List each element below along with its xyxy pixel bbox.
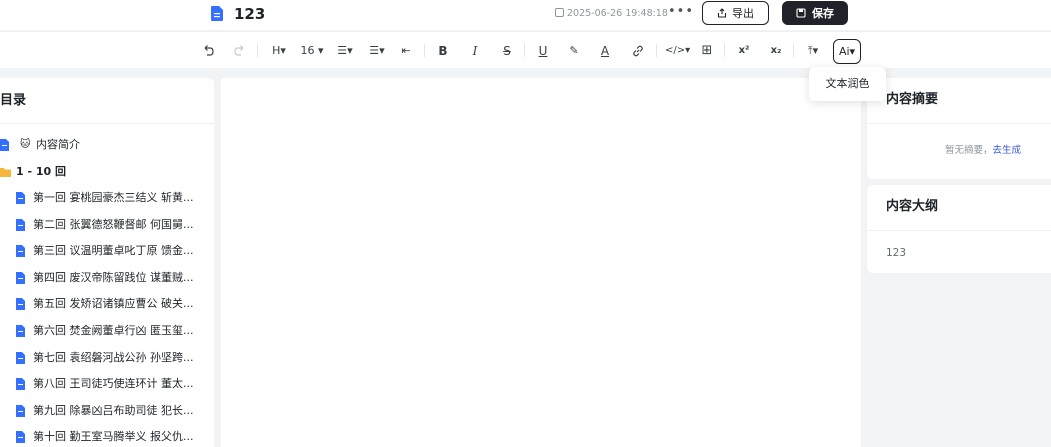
redo-icon[interactable] <box>233 44 246 57</box>
document-icon <box>16 404 25 417</box>
summary-empty-text: 暂无摘要， <box>945 145 993 156</box>
document-icon <box>16 351 25 364</box>
table-button[interactable]: ⊞ <box>699 42 715 60</box>
generate-summary-link[interactable]: 去生成 <box>993 145 1022 156</box>
toc-chapter-item[interactable]: 第二回 张翼德怒鞭督邮 何国舅... <box>0 215 214 235</box>
table-of-contents-panel: 目录 🐱 内容简介 1 - 10 回 第一回 宴桃园豪杰三结义 斩黄... 第二回… <box>0 78 214 447</box>
toc-item-intro[interactable]: 🐱 内容简介 <box>0 135 214 155</box>
export-label: 导出 <box>732 7 754 20</box>
indent-button[interactable]: ⇤ <box>398 42 414 60</box>
toolbar-divider <box>524 44 525 57</box>
document-icon <box>16 378 25 391</box>
toc-chapter-label: 第一回 宴桃园豪杰三结义 斩黄... <box>33 191 194 204</box>
bullet-list-dropdown[interactable]: ☰▾ <box>334 42 356 60</box>
link-icon[interactable] <box>631 44 645 58</box>
toolbar-divider <box>424 44 425 57</box>
save-status-icon <box>555 8 564 17</box>
save-time-text: 2025-06-26 19:48:18 <box>567 8 668 19</box>
toc-chapter-item[interactable]: 第十回 勤王室马腾举义 报父仇... <box>0 427 214 447</box>
document-icon <box>211 6 223 21</box>
top-bar: 123 2025-06-26 19:48:18 ••• 导出 保存 <box>0 0 1051 30</box>
editor-toolbar: H▾ 16 ▾ ☰▾ ☰▾ ⇤ B I S U ✎ A </>▾ ⊞ x² x₂… <box>0 31 1051 68</box>
document-icon <box>16 298 25 311</box>
toc-chapter-label: 第四回 废汉帝陈留践位 谋董贼... <box>33 270 194 284</box>
toc-chapter-label: 第三回 议温明董卓叱丁原 馈金... <box>33 244 194 258</box>
ai-assistant-button[interactable]: Ai▾ <box>833 39 861 64</box>
save-label: 保存 <box>812 7 834 20</box>
toc-chapter-item[interactable]: 第八回 王司徒巧使连环计 董太... <box>0 374 214 394</box>
heading-dropdown[interactable]: H▾ <box>269 42 289 60</box>
toc-chapter-label: 第二回 张翼德怒鞭督邮 何国舅... <box>33 217 194 231</box>
toc-chapter-label: 第七回 袁绍磐河战公孙 孙坚跨... <box>33 350 194 364</box>
outline-panel: 内容大纲 123 <box>867 185 1051 273</box>
outline-title: 内容大纲 <box>886 199 939 214</box>
save-icon <box>796 8 806 18</box>
ai-polish-option[interactable]: 文本润色 <box>809 67 886 101</box>
toc-chapter-label: 第六回 焚金阙董卓行凶 匿玉玺... <box>33 324 194 337</box>
bold-button[interactable]: B <box>436 42 450 60</box>
document-icon <box>16 271 25 284</box>
document-icon <box>16 431 25 444</box>
strikethrough-button[interactable]: S <box>500 42 514 60</box>
save-button[interactable]: 保存 <box>782 1 848 25</box>
document-icon <box>16 325 25 337</box>
font-size-dropdown[interactable]: 16 ▾ <box>300 42 324 60</box>
summary-title: 内容摘要 <box>886 92 939 107</box>
toc-chapter-item[interactable]: 第九回 除暴凶吕布助司徒 犯长... <box>0 401 214 421</box>
toolbar-divider <box>793 44 794 57</box>
superscript-button[interactable]: x² <box>735 42 753 60</box>
export-button[interactable]: 导出 <box>702 1 769 25</box>
outline-divider <box>867 230 1051 231</box>
document-icon <box>16 192 25 204</box>
toc-folder-label: 1 - 10 回 <box>16 165 67 178</box>
toc-chapter-item[interactable]: 第六回 焚金阙董卓行凶 匿玉玺... <box>0 321 214 341</box>
undo-icon[interactable] <box>202 44 215 57</box>
outline-item[interactable]: 123 <box>886 246 906 260</box>
toc-chapter-item[interactable]: 第三回 议温明董卓叱丁原 馈金... <box>0 241 214 261</box>
save-timestamp: 2025-06-26 19:48:18 <box>555 7 668 21</box>
share-icon <box>717 8 727 18</box>
document-icon <box>16 245 25 258</box>
italic-button[interactable]: I <box>468 42 482 60</box>
document-icon <box>16 218 25 231</box>
summary-divider <box>867 123 1051 124</box>
toolbar-divider <box>257 44 258 57</box>
align-dropdown[interactable]: ☰▾ <box>366 42 388 60</box>
underline-button[interactable]: U <box>536 42 550 60</box>
editor-canvas[interactable] <box>221 78 861 447</box>
toc-chapter-item[interactable]: 第四回 废汉帝陈留践位 谋董贼... <box>0 268 214 288</box>
summary-empty-state: 暂无摘要，去生成 <box>945 144 1021 158</box>
toc-chapter-label: 第八回 王司徒巧使连环计 董太... <box>33 377 194 391</box>
font-color-button[interactable]: A <box>598 42 612 60</box>
toc-chapter-item[interactable]: 第一回 宴桃园豪杰三结义 斩黄... <box>0 188 214 208</box>
document-icon <box>0 139 9 151</box>
toc-folder[interactable]: 1 - 10 回 <box>0 162 214 182</box>
document-title[interactable]: 123 <box>234 4 265 24</box>
toc-title: 目录 <box>0 93 27 108</box>
upload-dropdown[interactable]: ⤒▾ <box>802 42 824 60</box>
toc-chapter-item[interactable]: 第五回 发矫诏诸镇应曹公 破关... <box>0 294 214 314</box>
toc-divider <box>0 123 214 124</box>
more-options-button[interactable]: ••• <box>668 4 693 22</box>
toc-chapter-label: 第十回 勤王室马腾举义 报父仇... <box>33 430 194 444</box>
code-dropdown[interactable]: </>▾ <box>665 42 690 60</box>
toolbar-divider <box>724 44 725 57</box>
toc-item-label: 内容简介 <box>36 138 80 151</box>
toc-chapter-item[interactable]: 第七回 袁绍磐河战公孙 孙坚跨... <box>0 348 214 368</box>
summary-panel: 内容摘要 暂无摘要，去生成 <box>867 78 1051 179</box>
toc-chapter-label: 第九回 除暴凶吕布助司徒 犯长... <box>33 403 194 417</box>
highlight-button[interactable]: ✎ <box>566 42 582 60</box>
emoji-icon: 🐱 <box>20 139 31 150</box>
folder-icon <box>0 168 11 177</box>
toolbar-divider <box>656 44 657 57</box>
subscript-button[interactable]: x₂ <box>767 42 785 60</box>
toc-chapter-label: 第五回 发矫诏诸镇应曹公 破关... <box>33 297 194 311</box>
